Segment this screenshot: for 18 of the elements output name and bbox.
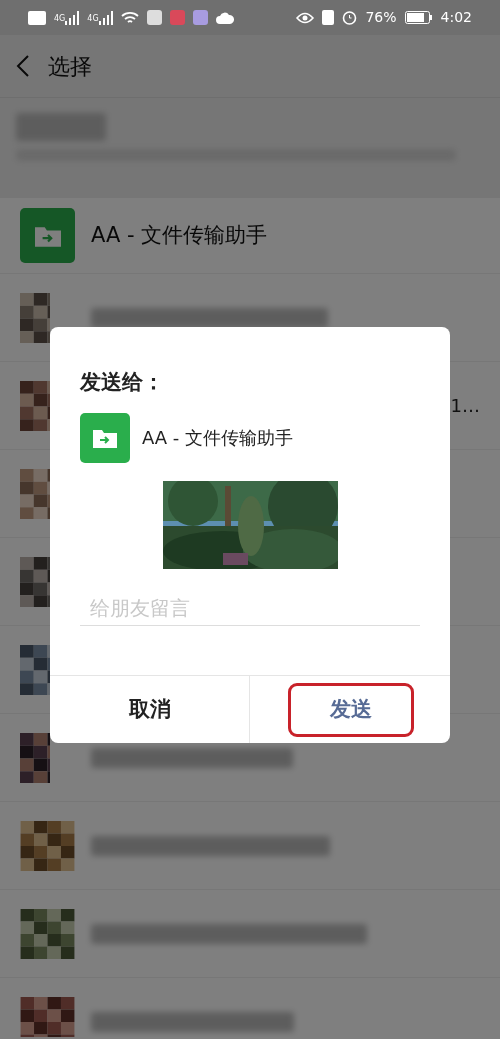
hd-icon	[28, 10, 46, 25]
network-label: 4G	[54, 12, 66, 25]
signal-icon	[65, 10, 80, 25]
dialog-title: 发送给：	[79, 369, 165, 396]
file-transfer-icon	[20, 208, 75, 263]
contact-name: AA - 文件传输助手	[91, 221, 268, 249]
clock: 4:02	[440, 8, 472, 27]
signal-icon	[98, 10, 113, 25]
page-title: 选择	[48, 52, 92, 81]
contact-name: 1…	[450, 394, 480, 418]
file-transfer-icon	[80, 412, 130, 463]
list-item[interactable]: AA - 文件传输助手	[0, 198, 500, 274]
recipient-name: AA - 文件传输助手	[142, 426, 294, 450]
battery-percent: 76%	[365, 8, 397, 27]
send-button[interactable]: 发送	[288, 683, 414, 737]
back-icon[interactable]	[16, 54, 30, 78]
network-label: 4G	[87, 12, 99, 25]
cancel-button[interactable]: 取消	[50, 676, 249, 743]
